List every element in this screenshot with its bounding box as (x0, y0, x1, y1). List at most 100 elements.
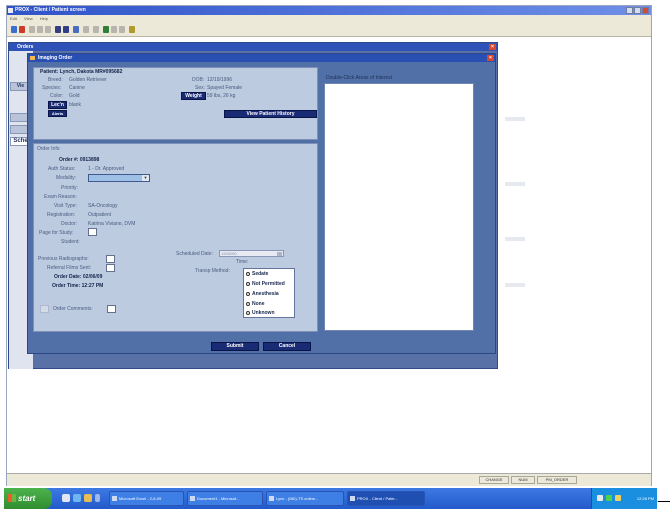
imaging-close-button[interactable]: × (487, 55, 494, 61)
patient-name: Patient: Lynch, Dakota MR#095682 (40, 69, 123, 75)
clock: 12:28 PM (636, 496, 654, 501)
task-excel[interactable]: Microsoft Excel - 2-6-09 (109, 491, 184, 506)
quicklaunch-expand-icon[interactable] (95, 494, 100, 502)
doctor-label: Doctor: (61, 221, 78, 227)
breed-value: Golden Retriever (69, 77, 107, 83)
scheduled-date-input[interactable]: 12/00/00 (219, 250, 284, 257)
radio-label: None (252, 301, 265, 307)
radio-sedate[interactable]: Sedate (246, 271, 268, 277)
alerts-button[interactable]: Alerts (48, 110, 67, 117)
maximize-button[interactable] (634, 7, 641, 14)
app-title: PROX - Client / Patient screen (15, 7, 86, 13)
minimize-button[interactable] (626, 7, 633, 14)
quicklaunch-ie-icon[interactable] (62, 494, 70, 502)
radio-anesthesia[interactable]: Anesthesia (246, 291, 279, 297)
task-label: Microsoft Excel - 2-6-09 (119, 496, 162, 501)
task-lynx[interactable]: Lynx - (MD)-TS online... (266, 491, 344, 506)
lecn-value: blank (69, 102, 81, 108)
order-comments-toggle[interactable] (40, 305, 49, 313)
referral-films-checkbox[interactable] (106, 264, 115, 272)
volume-icon[interactable] (615, 495, 621, 501)
close-window-button[interactable] (642, 7, 649, 14)
registration-label: Registration: (47, 212, 76, 218)
grid-icon[interactable] (103, 26, 109, 33)
order-info-heading: Order Info (37, 146, 60, 152)
quicklaunch-media-icon[interactable] (84, 494, 92, 502)
excel-icon (112, 496, 117, 501)
previous-radiographs-checkbox[interactable] (106, 255, 115, 263)
status-change: CHANGE (479, 476, 509, 484)
radio-dot (246, 301, 250, 306)
preview-icon[interactable] (119, 26, 125, 33)
cut-icon[interactable] (29, 26, 35, 33)
radio-label: Unknown (252, 310, 275, 316)
imaging-order-window: Imaging Order × Patient: Lynch, Dakota M… (27, 53, 496, 354)
student-label: Student: (61, 239, 80, 245)
imaging-title-bar: Imaging Order × (28, 54, 495, 62)
time-label: Time: (236, 259, 249, 265)
print-icon[interactable] (111, 26, 117, 33)
modality-label: Modality: (56, 175, 77, 181)
dob-label: DOB: (192, 77, 205, 83)
order-number: Order #: 0913898 (59, 157, 100, 163)
toolbar (7, 23, 651, 37)
start-button[interactable]: start (4, 488, 52, 509)
list-icon[interactable] (73, 26, 79, 33)
undo-icon[interactable] (11, 26, 17, 33)
radio-dot (246, 281, 250, 286)
copy-icon[interactable] (37, 26, 43, 33)
orders-close-button[interactable]: × (489, 44, 496, 50)
sex-label: Sex: (195, 85, 206, 91)
help-icon[interactable] (129, 26, 135, 33)
radio-label: Sedate (252, 271, 269, 277)
radio-label: Anesthesia (252, 291, 279, 297)
radio-dot (246, 291, 250, 296)
indent-icon[interactable] (83, 26, 89, 33)
transport-method-label: Transp Method: (195, 268, 230, 274)
font-grow-icon[interactable] (55, 26, 61, 33)
breed-label: Breed: (48, 77, 63, 83)
network-icon[interactable] (597, 495, 603, 501)
prox-icon (350, 496, 355, 501)
order-comments-input[interactable] (107, 305, 116, 313)
status-bar: CHANGE NUM PM_ORDER (7, 473, 651, 486)
word-icon (190, 496, 195, 501)
previous-radiographs-label: Previous Radiographs: (38, 256, 89, 262)
background-bar (505, 237, 525, 241)
calendar-icon[interactable] (277, 252, 282, 256)
outdent-icon[interactable] (93, 26, 99, 33)
menu-help[interactable]: Help (40, 16, 48, 21)
task-word[interactable]: Document1 - Microsof... (187, 491, 263, 506)
status-num: NUM (511, 476, 535, 484)
areas-of-interest-list[interactable] (324, 83, 474, 331)
dob-value: 12/19/1996 (207, 77, 233, 83)
menu-view[interactable]: View (24, 16, 33, 21)
orders-title: Orders (17, 44, 34, 50)
quicklaunch-desktop-icon[interactable] (73, 494, 81, 502)
view-patient-history-button[interactable]: View Patient History (224, 110, 317, 118)
weight-value: 59 lbs, 26 kg (207, 93, 236, 99)
color-value: Gold (69, 93, 80, 99)
cancel-button[interactable]: Cancel (263, 342, 311, 351)
radio-not-permitted[interactable]: Not Permitted (246, 281, 285, 287)
color-label: Color: (50, 93, 64, 99)
radio-none[interactable]: None (246, 301, 265, 307)
windows-logo-icon (8, 494, 16, 502)
task-label: Lynx - (MD)-TS online... (276, 496, 319, 501)
page-for-study-checkbox[interactable] (88, 228, 97, 236)
submit-button[interactable]: Submit (211, 342, 259, 351)
task-prox[interactable]: PROX - Client / Patie... (347, 491, 425, 506)
menu-edit[interactable]: Edit (10, 16, 17, 21)
radio-unknown[interactable]: Unknown (246, 310, 275, 316)
auth-status-label: Auth Status: (48, 166, 76, 172)
security-icon[interactable] (606, 495, 612, 501)
lecn-button[interactable]: Lec'n (48, 101, 67, 109)
patient-info-panel: Patient: Lynch, Dakota MR#095682 Breed: … (33, 67, 318, 140)
weight-button[interactable]: Weight (181, 92, 206, 100)
taskbar: start Microsoft Excel - 2-6-09 Document1… (4, 488, 657, 509)
modality-dropdown[interactable]: ▼ (88, 174, 150, 182)
redo-icon[interactable] (19, 26, 25, 33)
menu-bar: Edit View Help (7, 15, 651, 23)
font-shrink-icon[interactable] (63, 26, 69, 33)
paste-icon[interactable] (45, 26, 51, 33)
